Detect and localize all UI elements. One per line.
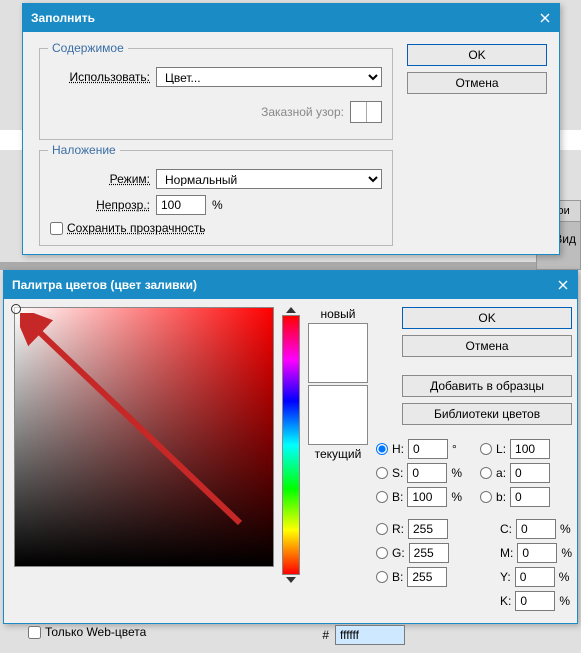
color-picker-dialog: Палитра цветов (цвет заливки) новый теку…	[3, 270, 578, 624]
r-label: R:	[392, 522, 404, 536]
mode-select[interactable]: Нормальный	[156, 169, 382, 189]
ok-button[interactable]: OK	[402, 307, 572, 329]
opacity-label: Непрозр.:	[50, 198, 150, 212]
ok-button[interactable]: OK	[407, 44, 547, 66]
lab-b-input[interactable]	[510, 487, 550, 507]
new-label: новый	[308, 307, 368, 321]
hue-down-icon	[286, 577, 296, 583]
mode-label: Режим:	[50, 172, 150, 186]
fill-titlebar: Заполнить	[23, 4, 559, 32]
l-label: L:	[496, 442, 506, 456]
pattern-swatch[interactable]	[350, 101, 382, 123]
r-radio[interactable]	[376, 523, 388, 535]
lab-b-radio[interactable]	[480, 491, 492, 503]
annotation-arrow-icon	[20, 313, 270, 563]
close-icon[interactable]	[549, 271, 577, 299]
y-input[interactable]	[515, 567, 555, 587]
use-select[interactable]: Цвет...	[156, 67, 382, 87]
saturation-value-field[interactable]	[14, 307, 274, 567]
l-radio[interactable]	[480, 443, 492, 455]
g-label: G:	[392, 546, 405, 560]
a-radio[interactable]	[480, 467, 492, 479]
add-swatch-button[interactable]: Добавить в образцы	[402, 375, 572, 397]
c-label: C:	[500, 522, 512, 536]
h-label: H:	[392, 442, 404, 456]
cancel-button[interactable]: Отмена	[407, 72, 547, 94]
web-only-checkbox[interactable]: Только Web-цвета	[16, 619, 158, 645]
color-libraries-button[interactable]: Библиотеки цветов	[402, 403, 572, 425]
cancel-button[interactable]: Отмена	[402, 335, 572, 357]
g-input[interactable]	[409, 543, 449, 563]
m-input[interactable]	[517, 543, 557, 563]
k-input[interactable]	[515, 591, 555, 611]
l-input[interactable]	[510, 439, 550, 459]
k-label: K:	[500, 594, 511, 608]
current-color-swatch[interactable]	[308, 385, 368, 445]
current-label: текущий	[308, 447, 368, 461]
h-input[interactable]	[408, 439, 448, 459]
close-icon[interactable]	[531, 4, 559, 32]
s-input[interactable]	[407, 463, 447, 483]
h-radio[interactable]	[376, 443, 388, 455]
picker-title: Палитра цветов (цвет заливки)	[12, 278, 549, 292]
b-input[interactable]	[407, 567, 447, 587]
opacity-unit: %	[212, 198, 223, 212]
hue-slider[interactable]	[282, 315, 300, 575]
a-label: a:	[496, 466, 506, 480]
b-radio[interactable]	[376, 571, 388, 583]
opacity-input[interactable]	[156, 195, 206, 215]
custom-pattern-label: Заказной узор:	[261, 105, 344, 119]
content-group: Содержимое Использовать: Цвет... Заказно…	[39, 48, 393, 140]
blend-legend: Наложение	[48, 143, 120, 157]
bv-radio[interactable]	[376, 491, 388, 503]
fill-title: Заполнить	[31, 11, 531, 25]
r-input[interactable]	[408, 519, 448, 539]
lab-b-label: b:	[496, 490, 506, 504]
blend-group: Наложение Режим: Нормальный Непрозр.: % …	[39, 150, 393, 246]
content-legend: Содержимое	[48, 41, 128, 55]
s-label: S:	[392, 466, 403, 480]
b-label: B:	[392, 570, 403, 584]
hex-input[interactable]	[335, 625, 405, 645]
bv-label: B:	[392, 490, 403, 504]
new-color-swatch	[308, 323, 368, 383]
g-radio[interactable]	[376, 547, 388, 559]
c-input[interactable]	[516, 519, 556, 539]
hex-label: #	[322, 628, 329, 642]
use-label: Использовать:	[50, 70, 150, 84]
fill-dialog: Заполнить Содержимое Использовать: Цвет.…	[22, 3, 560, 255]
s-radio[interactable]	[376, 467, 388, 479]
a-input[interactable]	[510, 463, 550, 483]
y-label: Y:	[500, 570, 511, 584]
hue-up-icon	[286, 307, 296, 313]
picker-titlebar: Палитра цветов (цвет заливки)	[4, 271, 577, 299]
preserve-transparency-checkbox[interactable]: Сохранить прозрачность	[50, 221, 382, 235]
m-label: M:	[500, 546, 513, 560]
bv-input[interactable]	[407, 487, 447, 507]
